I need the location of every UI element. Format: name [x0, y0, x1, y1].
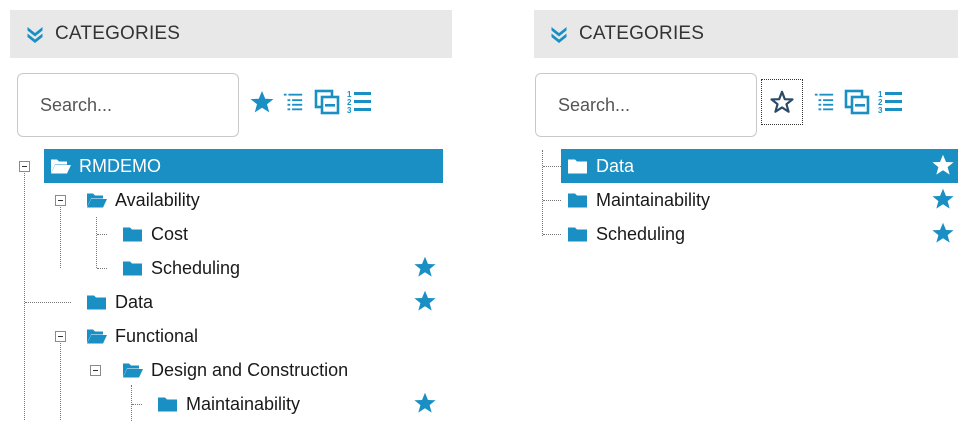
- tree-connector: [132, 404, 142, 405]
- tree-node-label: Design and Construction: [151, 360, 349, 380]
- tree-connector: [60, 200, 61, 268]
- collapse-windows-icon: [314, 89, 340, 115]
- double-chevron-down-icon[interactable]: [549, 24, 569, 44]
- tree-connector: [24, 166, 25, 421]
- tree-connector: [25, 302, 71, 303]
- tree-node-scheduling[interactable]: Scheduling: [561, 217, 685, 251]
- tree-node-label: RMDEMO: [79, 156, 161, 176]
- collapse-toggle[interactable]: [90, 365, 101, 376]
- folder-icon: [122, 259, 143, 277]
- tree-node-label: Maintainability: [186, 394, 301, 414]
- folder-open-icon: [122, 361, 143, 379]
- tree-node-data[interactable]: Data: [561, 149, 958, 183]
- numbered-list-button[interactable]: [345, 88, 373, 116]
- tree-connector: [97, 234, 107, 235]
- tree-node-maintainability[interactable]: Maintainability: [151, 387, 300, 421]
- collapse-toggle[interactable]: [55, 331, 66, 342]
- star-filled-icon[interactable]: [931, 153, 955, 177]
- folder-open-icon: [86, 191, 107, 209]
- folder-icon: [567, 191, 588, 209]
- folder-icon: [567, 225, 588, 243]
- collapse-all-button[interactable]: [843, 88, 871, 116]
- tree-node-label: Scheduling: [596, 224, 686, 244]
- categories-panel-right: CATEGORIES Data Maintainability: [524, 0, 958, 421]
- numbered-list-button[interactable]: [876, 88, 904, 116]
- indented-list-button[interactable]: [279, 88, 307, 116]
- indented-list-icon: [813, 91, 835, 113]
- tree-node-availability[interactable]: Availability: [80, 183, 200, 217]
- tree-node-scheduling[interactable]: Scheduling: [116, 251, 240, 285]
- numbered-list-icon: [346, 89, 372, 115]
- collapse-windows-icon: [844, 89, 870, 115]
- categories-panel-left: CATEGORIES RMDEMO Ava: [0, 0, 452, 421]
- panel-title: CATEGORIES: [55, 23, 181, 44]
- tree-node-label: Availability: [115, 190, 200, 210]
- indented-list-icon: [282, 91, 304, 113]
- folder-open-icon: [86, 327, 107, 345]
- search-input[interactable]: [17, 73, 239, 137]
- folder-icon: [86, 293, 107, 311]
- collapse-toggle[interactable]: [55, 195, 66, 206]
- star-filled-icon[interactable]: [413, 391, 437, 415]
- tree-node-label: Data: [115, 292, 154, 312]
- tree-node-functional[interactable]: Functional: [80, 319, 198, 353]
- tree-node-rmdemo[interactable]: RMDEMO: [44, 149, 443, 183]
- star-filled-icon[interactable]: [413, 255, 437, 279]
- tree-node-label: Data: [596, 156, 635, 176]
- panel-header[interactable]: CATEGORIES: [534, 10, 958, 58]
- favorites-filter-button[interactable]: [761, 79, 803, 125]
- tree-node-label: Cost: [151, 224, 189, 244]
- panel-title: CATEGORIES: [579, 23, 705, 44]
- tree-node-maintainability[interactable]: Maintainability: [561, 183, 710, 217]
- tree-node-label: Maintainability: [596, 190, 711, 210]
- tree-connector: [131, 385, 132, 421]
- indented-list-button[interactable]: [810, 88, 838, 116]
- tree-node-data[interactable]: Data: [80, 285, 153, 319]
- tree-node-cost[interactable]: Cost: [116, 217, 188, 251]
- tree-node-label: Functional: [115, 326, 199, 346]
- tree-connector: [543, 166, 561, 167]
- star-filled-icon: [249, 89, 275, 115]
- numbered-list-icon: [877, 89, 903, 115]
- tree-node-label: Scheduling: [151, 258, 241, 278]
- tree-connector: [60, 336, 61, 421]
- panel-header[interactable]: CATEGORIES: [10, 10, 452, 58]
- star-outline-icon: [770, 90, 794, 113]
- tree-connector: [96, 217, 97, 268]
- tree-connector: [543, 234, 561, 235]
- tree-connector: [542, 150, 543, 236]
- collapse-all-button[interactable]: [313, 88, 341, 116]
- collapse-toggle[interactable]: [19, 161, 30, 172]
- favorites-filter-button[interactable]: [248, 88, 276, 116]
- folder-icon: [157, 395, 178, 413]
- tree-connector: [543, 200, 561, 201]
- folder-icon: [122, 225, 143, 243]
- star-filled-icon[interactable]: [413, 289, 437, 313]
- folder-icon: [567, 157, 588, 175]
- folder-open-icon: [50, 157, 71, 175]
- double-chevron-down-icon[interactable]: [25, 24, 45, 44]
- tree-node-design-and-construction[interactable]: Design and Construction: [116, 353, 348, 387]
- search-input[interactable]: [535, 73, 757, 137]
- star-filled-icon[interactable]: [931, 221, 955, 245]
- tree-connector: [97, 268, 107, 269]
- star-filled-icon[interactable]: [931, 187, 955, 211]
